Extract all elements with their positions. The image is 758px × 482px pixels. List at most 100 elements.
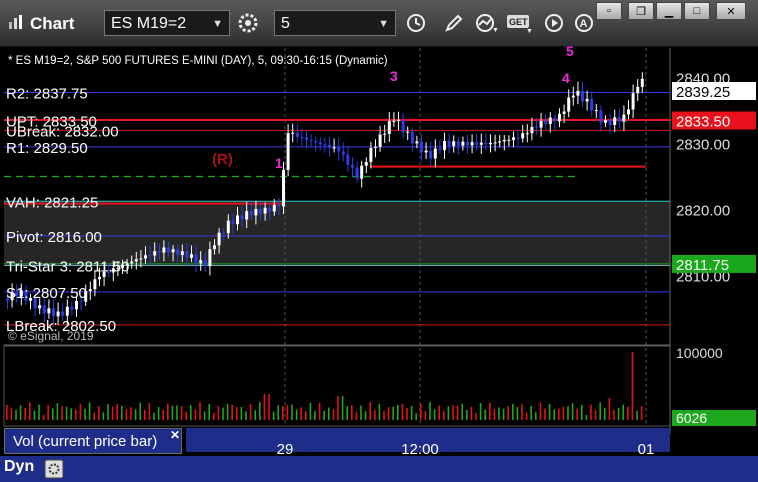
candle bbox=[226, 220, 230, 234]
volume-bar bbox=[254, 410, 256, 420]
volume-bar bbox=[562, 406, 565, 420]
candle bbox=[567, 97, 571, 112]
maximize-button[interactable]: □ bbox=[684, 2, 710, 20]
candle bbox=[323, 144, 327, 146]
symbol-input[interactable]: ES M19=2 ▼ bbox=[104, 10, 230, 36]
alert-button[interactable]: A bbox=[570, 10, 598, 36]
volume-bar bbox=[245, 411, 247, 420]
candle bbox=[236, 215, 239, 225]
candle bbox=[530, 126, 534, 134]
candle bbox=[309, 139, 313, 141]
volume-bar bbox=[392, 406, 394, 420]
candle bbox=[433, 148, 437, 159]
volume-study-label[interactable]: Vol (current price bar) bbox=[4, 428, 182, 454]
candle bbox=[139, 258, 143, 260]
candle bbox=[254, 208, 258, 216]
wave-label: 5 bbox=[566, 46, 574, 59]
volume-bar bbox=[544, 408, 546, 420]
volume-bar bbox=[438, 405, 440, 420]
candle bbox=[199, 260, 203, 264]
volume-bar bbox=[194, 409, 197, 420]
candle bbox=[613, 117, 617, 125]
last-price-label: 2839.25 bbox=[676, 84, 730, 101]
chevron-down-icon[interactable]: ▼ bbox=[378, 11, 389, 37]
candle bbox=[410, 131, 414, 144]
volume-bar bbox=[84, 408, 86, 420]
clock-icon bbox=[407, 14, 425, 32]
volume-bar bbox=[61, 406, 63, 420]
candle bbox=[300, 137, 304, 139]
link-button[interactable]: ▫ bbox=[596, 2, 622, 20]
candle bbox=[148, 255, 152, 257]
volume-bar bbox=[318, 402, 321, 420]
volume-bar bbox=[636, 410, 638, 420]
close-icon[interactable]: ✕ bbox=[170, 428, 180, 442]
candle bbox=[374, 146, 377, 149]
volume-bar bbox=[387, 407, 390, 420]
candle bbox=[581, 90, 584, 102]
candle bbox=[213, 245, 216, 250]
volume-bar bbox=[452, 405, 454, 420]
candle bbox=[52, 308, 55, 317]
wave-label: 4 bbox=[562, 70, 570, 86]
volume-bar bbox=[548, 403, 551, 420]
candle bbox=[355, 167, 359, 179]
svg-text:A: A bbox=[580, 18, 588, 30]
volume-bar bbox=[33, 410, 36, 420]
time-button[interactable] bbox=[402, 10, 430, 36]
volume-bar bbox=[176, 405, 178, 420]
volume-bar bbox=[47, 404, 49, 420]
volume-bar bbox=[341, 396, 344, 420]
candle bbox=[576, 90, 580, 96]
volume-bar bbox=[599, 402, 601, 420]
draw-button[interactable] bbox=[440, 10, 468, 36]
candle bbox=[392, 120, 396, 122]
volume-bar bbox=[259, 402, 261, 420]
volume-bar bbox=[507, 406, 509, 420]
candle bbox=[475, 142, 479, 145]
candle bbox=[387, 121, 391, 134]
candle bbox=[420, 141, 423, 153]
minimize-button[interactable]: ▁ bbox=[656, 2, 682, 20]
candle bbox=[351, 164, 354, 168]
restore-button[interactable]: ❐ bbox=[628, 2, 654, 20]
volume-bar bbox=[213, 412, 215, 420]
candle bbox=[631, 93, 635, 110]
volume-bar bbox=[208, 404, 210, 420]
play-button[interactable] bbox=[540, 10, 568, 36]
volume-bar bbox=[498, 407, 500, 420]
candle bbox=[516, 137, 520, 139]
level-label: Tri-Star 3: 2811.50 bbox=[6, 259, 129, 276]
window-title: Chart bbox=[30, 14, 75, 33]
volume-bar bbox=[576, 408, 578, 420]
dynamic-settings-icon[interactable] bbox=[44, 459, 64, 479]
settings-button[interactable] bbox=[234, 10, 262, 36]
volume-bar bbox=[604, 407, 606, 420]
candle bbox=[341, 151, 345, 155]
volume-bar bbox=[231, 404, 233, 420]
get-button[interactable]: GET ▼ bbox=[506, 10, 534, 36]
volume-bar bbox=[263, 394, 266, 420]
chevron-down-icon[interactable]: ▼ bbox=[212, 11, 223, 37]
volume-bar bbox=[236, 407, 238, 420]
link-icon: ▫ bbox=[607, 5, 611, 17]
volume-bar bbox=[397, 405, 399, 420]
candle bbox=[627, 109, 630, 115]
volume-bar bbox=[502, 408, 505, 420]
volume-bar bbox=[617, 407, 620, 420]
close-button[interactable]: ✕ bbox=[716, 2, 746, 20]
candle bbox=[424, 150, 428, 153]
candle bbox=[93, 279, 97, 290]
candle bbox=[401, 119, 405, 133]
candle bbox=[498, 141, 502, 143]
price-chart[interactable]: 2840.002830.002820.002810.002839.252833.… bbox=[0, 46, 758, 482]
candle bbox=[364, 161, 368, 166]
studies-button[interactable]: ▼ bbox=[472, 10, 500, 36]
candle bbox=[599, 110, 603, 123]
candle bbox=[360, 165, 364, 179]
interval-input[interactable]: 5 ▼ bbox=[274, 10, 396, 36]
price-tag-label: 2811.75 bbox=[676, 257, 729, 274]
candle bbox=[176, 249, 180, 256]
volume-bar bbox=[134, 409, 137, 420]
volume-bar bbox=[489, 402, 491, 420]
